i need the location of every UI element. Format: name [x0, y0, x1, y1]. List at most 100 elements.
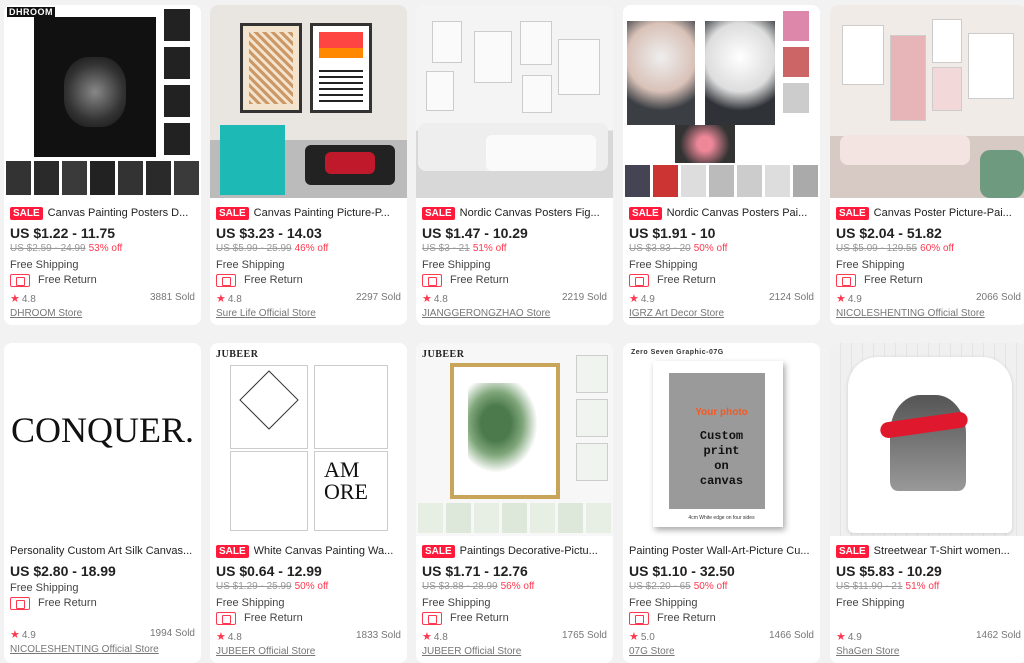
sale-badge: SALE — [216, 544, 249, 558]
free-return-icon — [216, 611, 236, 625]
store-link[interactable]: JUBEER Official Store — [216, 646, 401, 657]
rating-value: 4.9 — [847, 632, 862, 643]
discount-label: 51% off — [905, 581, 940, 592]
product-title[interactable]: Personality Custom Art Silk Canvas... — [10, 545, 192, 557]
original-price: US $3.88 - 28.99 — [422, 581, 498, 592]
product-card[interactable]: JUBEER AM ORE SALE White Canvas Painting W… — [210, 343, 407, 663]
product-title[interactable]: Canvas Painting Picture-P... — [254, 207, 390, 219]
image-text-line: canvas — [699, 474, 744, 488]
product-image[interactable]: Zero Seven Graphic-07G Your photo Custom… — [623, 343, 820, 536]
rating-value: 4.9 — [21, 630, 36, 641]
product-title[interactable]: Canvas Painting Posters D... — [48, 207, 189, 219]
original-price: US $5.99 - 25.99 — [216, 243, 292, 254]
store-link[interactable]: JIANGGERONGZHAO Store — [422, 308, 607, 319]
rating-value: 4.8 — [227, 632, 242, 643]
product-image[interactable] — [416, 5, 613, 198]
product-card[interactable]: JUBEER SALE Paintings Decorative-Pictu...… — [416, 343, 613, 663]
product-title[interactable]: Canvas Poster Picture-Pai... — [874, 207, 1012, 219]
original-price: US $2.59 - 24.99 — [10, 243, 86, 254]
lion-poster — [34, 17, 156, 157]
star-icon: ★ — [836, 631, 846, 643]
product-card[interactable]: Zero Seven Graphic-07G Your photo Custom… — [623, 343, 820, 663]
store-link[interactable]: NICOLESHENTING Official Store — [10, 644, 195, 655]
store-link[interactable]: 07G Store — [629, 646, 814, 657]
store-link[interactable]: Sure Life Official Store — [216, 308, 401, 319]
store-link[interactable]: DHROOM Store — [10, 308, 195, 319]
product-title[interactable]: Painting Poster Wall-Art-Picture Cu... — [629, 545, 810, 557]
product-card[interactable]: DHROOM SALE Canvas Painting Posters D... … — [4, 5, 201, 325]
free-return-icon — [836, 273, 856, 287]
product-grid: DHROOM SALE Canvas Painting Posters D... … — [0, 0, 1024, 663]
brand-label: JUBEER — [422, 349, 465, 360]
sold-count: 1765 Sold — [561, 630, 607, 641]
product-price: US $5.83 - 10.29 — [836, 563, 942, 579]
product-card[interactable]: CONQUER. Personality Custom Art Silk Can… — [4, 343, 201, 663]
image-text-line: Custom — [699, 429, 744, 443]
product-image[interactable] — [623, 5, 820, 198]
product-title[interactable]: White Canvas Painting Wa... — [254, 545, 394, 557]
product-title[interactable]: Paintings Decorative-Pictu... — [460, 545, 598, 557]
original-price: US $2.20 - 65 — [629, 581, 691, 592]
product-image[interactable] — [830, 5, 1024, 198]
product-card[interactable]: SALE Nordic Canvas Posters Pai... US $1.9… — [623, 5, 820, 325]
sold-count: 1994 Sold — [149, 628, 195, 639]
free-return-icon — [10, 596, 30, 610]
product-title[interactable]: Nordic Canvas Posters Fig... — [460, 207, 600, 219]
product-card[interactable]: SALE Streetwear T-Shirt women... US $5.83… — [830, 343, 1024, 663]
product-price: US $2.80 - 18.99 — [10, 563, 116, 579]
product-image[interactable] — [830, 343, 1024, 536]
shipping-label: Free Shipping — [836, 597, 905, 609]
sale-badge: SALE — [629, 206, 662, 220]
original-price: US $3 - 21 — [422, 243, 470, 254]
star-icon: ★ — [10, 293, 20, 305]
store-link[interactable]: ShaGen Store — [836, 646, 1021, 657]
shipping-label: Free Shipping — [836, 259, 905, 271]
product-image[interactable] — [210, 5, 407, 198]
sold-count: 1833 Sold — [355, 630, 401, 641]
shipping-label: Free Shipping — [629, 597, 698, 609]
sale-badge: SALE — [10, 206, 43, 220]
store-link[interactable]: JUBEER Official Store — [422, 646, 607, 657]
free-return-label: Free Return — [864, 274, 923, 286]
product-card[interactable]: SALE Canvas Poster Picture-Pai... US $2.0… — [830, 5, 1024, 325]
star-icon: ★ — [836, 293, 846, 305]
star-icon: ★ — [422, 631, 432, 643]
original-price: US $5.09 - 129.55 — [836, 243, 918, 254]
free-return-icon — [10, 273, 30, 287]
product-image[interactable]: CONQUER. — [4, 343, 201, 536]
product-image[interactable]: DHROOM — [4, 5, 201, 198]
sale-badge: SALE — [836, 544, 869, 558]
product-title[interactable]: Streetwear T-Shirt women... — [874, 545, 1010, 557]
image-text-highlight: Your photo — [695, 407, 748, 418]
sold-count: 2066 Sold — [975, 292, 1021, 303]
discount-label: 46% off — [294, 243, 329, 254]
rating-value: 4.9 — [640, 294, 655, 305]
brand-label: JUBEER — [216, 349, 259, 360]
product-price: US $1.47 - 10.29 — [422, 225, 528, 241]
product-card[interactable]: SALE Canvas Painting Picture-P... US $3.2… — [210, 5, 407, 325]
product-title[interactable]: Nordic Canvas Posters Pai... — [667, 207, 808, 219]
free-return-icon — [629, 611, 649, 625]
discount-label: 50% off — [693, 581, 728, 592]
product-price: US $1.91 - 10 — [629, 225, 716, 241]
free-return-icon — [422, 273, 442, 287]
star-icon: ★ — [216, 293, 226, 305]
star-icon: ★ — [216, 631, 226, 643]
star-icon: ★ — [10, 629, 20, 641]
sold-count: 3881 Sold — [149, 292, 195, 303]
shipping-label: Free Shipping — [10, 582, 79, 594]
product-card[interactable]: SALE Nordic Canvas Posters Fig... US $1.4… — [416, 5, 613, 325]
free-return-icon — [422, 611, 442, 625]
product-image[interactable]: JUBEER — [416, 343, 613, 536]
store-link[interactable]: IGRZ Art Decor Store — [629, 308, 814, 319]
store-link[interactable]: NICOLESHENTING Official Store — [836, 308, 1021, 319]
rating-value: 4.9 — [847, 294, 862, 305]
image-caption: 4cm White edge on four sides — [688, 515, 755, 521]
original-price: US $3.83 - 20 — [629, 243, 691, 254]
rating-value: 4.8 — [433, 632, 448, 643]
image-text-line: on — [714, 459, 729, 473]
discount-label: 53% off — [88, 243, 123, 254]
product-image[interactable]: JUBEER AM ORE — [210, 343, 407, 536]
sale-badge: SALE — [422, 206, 455, 220]
star-icon: ★ — [629, 293, 639, 305]
